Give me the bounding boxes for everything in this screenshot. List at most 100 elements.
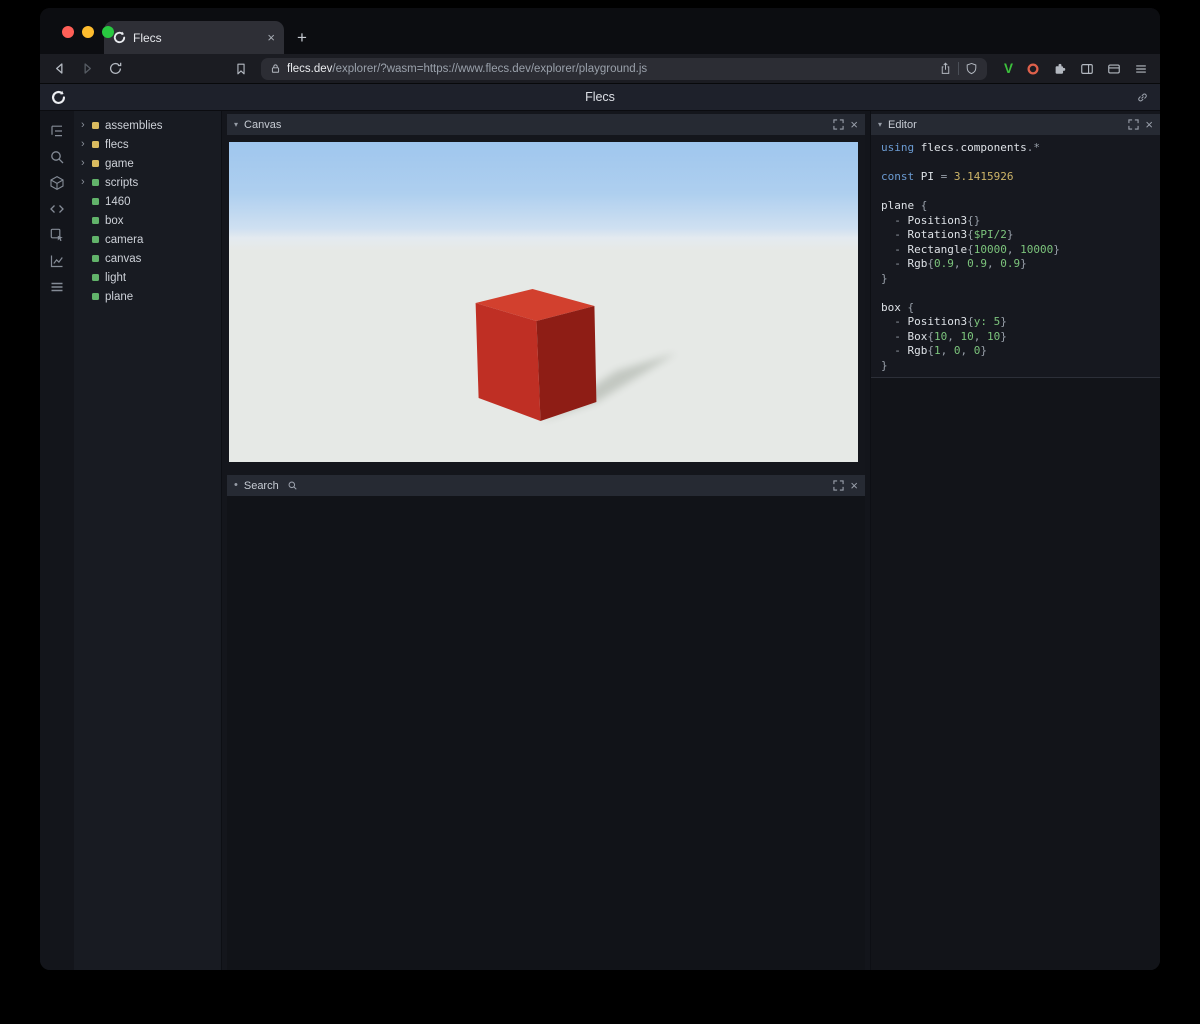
close-window-button[interactable] bbox=[62, 26, 74, 38]
expand-arrow-icon[interactable]: › bbox=[81, 139, 92, 150]
editor-column-rest bbox=[871, 378, 1160, 970]
tree-item-game[interactable]: ›game bbox=[74, 154, 221, 173]
app-header: Flecs bbox=[40, 84, 1160, 111]
canvas-panel-header: ▾ Canvas × bbox=[227, 114, 865, 135]
expand-arrow-icon[interactable]: › bbox=[81, 120, 92, 131]
flecs-logo-icon bbox=[51, 90, 66, 105]
entities-cube-icon[interactable] bbox=[49, 175, 65, 191]
forward-button[interactable] bbox=[80, 61, 95, 76]
entity-label: camera bbox=[105, 234, 143, 246]
code-line bbox=[881, 185, 1154, 200]
tree-item-plane[interactable]: plane bbox=[74, 287, 221, 306]
fullscreen-icon[interactable] bbox=[1128, 119, 1139, 130]
tree-item-canvas[interactable]: canvas bbox=[74, 249, 221, 268]
bookmark-icon[interactable] bbox=[234, 62, 248, 76]
search-panel-title: Search bbox=[244, 480, 279, 492]
puzzle-extensions-icon[interactable] bbox=[1053, 62, 1067, 76]
code-line: using flecs.components.* bbox=[881, 141, 1154, 156]
close-panel-icon[interactable]: × bbox=[850, 118, 858, 131]
url-bar[interactable]: flecs.dev/explorer/?wasm=https://www.fle… bbox=[261, 58, 987, 80]
entity-color-square bbox=[92, 141, 99, 148]
back-button[interactable] bbox=[52, 61, 67, 76]
entity-label: flecs bbox=[105, 139, 129, 151]
code-line bbox=[881, 156, 1154, 171]
close-panel-icon[interactable]: × bbox=[1145, 118, 1153, 131]
code-line: const PI = 3.1415926 bbox=[881, 170, 1154, 185]
browser-window: Flecs × + flecs.dev/explorer/?wasm=https… bbox=[40, 8, 1160, 970]
collapse-chevron-icon[interactable]: ▾ bbox=[234, 121, 238, 129]
browser-tab-strip: Flecs × + bbox=[40, 8, 1160, 54]
new-tab-button[interactable]: + bbox=[297, 29, 307, 46]
panel-bullet-icon[interactable]: • bbox=[234, 480, 238, 491]
sidebar-toggle-icon[interactable] bbox=[1080, 62, 1094, 76]
tree-item-1460[interactable]: 1460 bbox=[74, 192, 221, 211]
entity-color-square bbox=[92, 255, 99, 262]
wallet-icon[interactable] bbox=[1107, 62, 1121, 76]
search-panel-body bbox=[227, 496, 865, 970]
window-controls bbox=[62, 26, 114, 38]
code-line: - Rotation3{$PI/2} bbox=[881, 228, 1154, 243]
inspect-cursor-icon[interactable] bbox=[49, 227, 65, 243]
search-magnifier-icon bbox=[287, 480, 298, 491]
vimium-extension-icon[interactable]: V bbox=[1004, 61, 1013, 76]
entity-color-square bbox=[92, 198, 99, 205]
entity-tree: › assemblies › flecs ›game›scripts 1460 box cam… bbox=[74, 111, 221, 970]
tree-view-icon[interactable] bbox=[49, 123, 65, 139]
tab-title: Flecs bbox=[133, 31, 260, 45]
minimize-window-button[interactable] bbox=[82, 26, 94, 38]
canvas-3d-viewport[interactable] bbox=[229, 142, 858, 462]
tree-item-scripts[interactable]: ›scripts bbox=[74, 173, 221, 192]
code-line: - Rgb{0.9, 0.9, 0.9} bbox=[881, 257, 1154, 272]
tree-item-box[interactable]: box bbox=[74, 211, 221, 230]
stats-chart-icon[interactable] bbox=[49, 253, 65, 269]
page-title: Flecs bbox=[40, 90, 1160, 104]
tree-item-camera[interactable]: camera bbox=[74, 230, 221, 249]
share-icon[interactable] bbox=[939, 62, 952, 75]
expand-arrow-icon[interactable]: › bbox=[81, 177, 92, 188]
code-line: plane { bbox=[881, 199, 1154, 214]
code-line: - Rgb{1, 0, 0} bbox=[881, 344, 1154, 359]
reload-button[interactable] bbox=[108, 61, 123, 76]
canvas-panel-title: Canvas bbox=[244, 119, 281, 131]
shield-icon[interactable] bbox=[965, 62, 978, 75]
collapse-chevron-icon[interactable]: ▾ bbox=[878, 121, 882, 129]
cube-front-face bbox=[476, 303, 541, 421]
tab-close-icon[interactable]: × bbox=[267, 31, 275, 44]
tree-item-light[interactable]: light bbox=[74, 268, 221, 287]
search-icon[interactable] bbox=[49, 149, 65, 165]
tree-item-flecs[interactable]: › flecs bbox=[74, 135, 221, 154]
entity-color-square bbox=[92, 160, 99, 167]
code-editor[interactable]: using flecs.components.* const PI = 3.14… bbox=[871, 135, 1160, 378]
close-panel-icon[interactable]: × bbox=[850, 479, 858, 492]
entity-color-square bbox=[92, 122, 99, 129]
browser-tab[interactable]: Flecs × bbox=[104, 21, 284, 54]
3d-scene bbox=[229, 142, 858, 462]
expand-arrow-icon[interactable]: › bbox=[81, 158, 92, 169]
cube-right-face bbox=[537, 306, 597, 421]
tree-item-assemblies[interactable]: › assemblies bbox=[74, 116, 221, 135]
entity-label: box bbox=[105, 215, 124, 227]
entity-label: assemblies bbox=[105, 120, 163, 132]
entity-label: plane bbox=[105, 291, 133, 303]
fullscreen-icon[interactable] bbox=[833, 480, 844, 491]
rows-list-icon[interactable] bbox=[49, 279, 65, 295]
share-link-icon[interactable] bbox=[1136, 91, 1149, 104]
entity-color-square bbox=[92, 236, 99, 243]
flecs-favicon-icon bbox=[113, 31, 126, 44]
fullscreen-icon[interactable] bbox=[833, 119, 844, 130]
search-panel-header: • Search × bbox=[227, 475, 865, 496]
entity-label: 1460 bbox=[105, 196, 131, 208]
extension-icons: V bbox=[1004, 61, 1148, 76]
code-line: - Position3{} bbox=[881, 214, 1154, 229]
entity-label: light bbox=[105, 272, 126, 284]
main-area: › assemblies › flecs ›game›scripts 1460 box cam… bbox=[40, 111, 1160, 970]
entity-label: canvas bbox=[105, 253, 141, 265]
code-line: } bbox=[881, 359, 1154, 374]
url-bar-divider bbox=[958, 62, 959, 75]
menu-icon[interactable] bbox=[1134, 62, 1148, 76]
code-icon[interactable] bbox=[49, 201, 65, 217]
extension-ring-icon[interactable] bbox=[1026, 62, 1040, 76]
url-domain: flecs.dev bbox=[287, 63, 332, 75]
editor-column: ▾ Editor × using flecs.components.* cons… bbox=[870, 111, 1160, 970]
entity-color-square bbox=[92, 179, 99, 186]
